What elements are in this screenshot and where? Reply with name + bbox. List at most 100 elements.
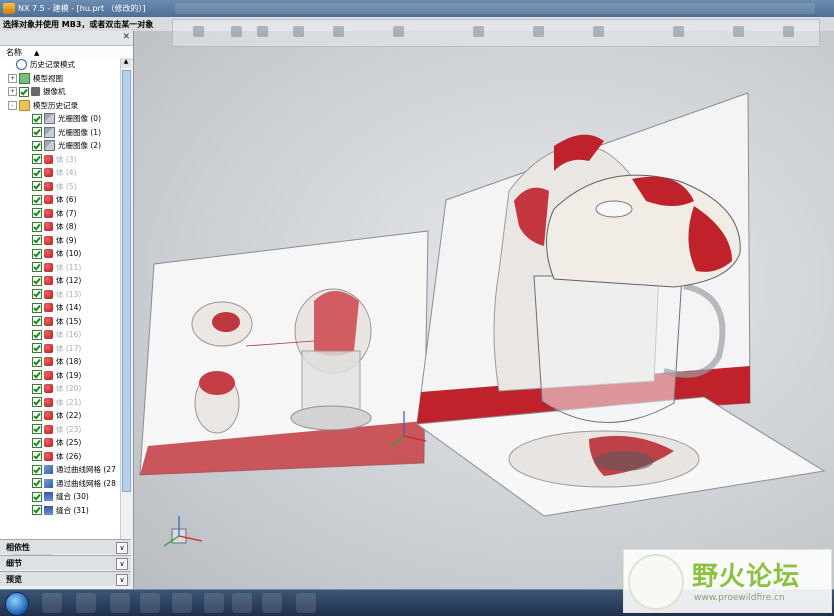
visibility-check-icon[interactable]: [32, 383, 42, 394]
expand-toggle-icon[interactable]: +: [8, 87, 17, 97]
section-dependencies[interactable]: 相依性 ∨: [0, 539, 131, 554]
visibility-check-icon[interactable]: [32, 221, 42, 232]
tree-node[interactable]: 体 (16): [0, 328, 120, 342]
taskbar-app-icon[interactable]: [110, 593, 130, 613]
visibility-check-icon[interactable]: [32, 181, 42, 192]
tree-node[interactable]: 体 (8): [0, 220, 120, 234]
tree-node[interactable]: 体 (20): [0, 382, 120, 396]
tree-node[interactable]: 缝合 (30): [0, 490, 120, 504]
visibility-check-icon[interactable]: [32, 302, 42, 313]
taskbar-app-icon[interactable]: [140, 593, 160, 613]
visibility-check-icon[interactable]: [32, 316, 42, 327]
floating-toolbar[interactable]: [172, 19, 820, 47]
tree-node[interactable]: 体 (17): [0, 342, 120, 356]
visibility-check-icon[interactable]: [32, 397, 42, 408]
visibility-check-icon[interactable]: [19, 86, 29, 97]
tree-node[interactable]: 体 (25): [0, 436, 120, 450]
expand-toggle-icon[interactable]: -: [8, 100, 17, 110]
toolbar-icon[interactable]: [473, 26, 484, 37]
tree-node[interactable]: 体 (4): [0, 166, 120, 180]
tree-node[interactable]: 通过曲线网格 (28: [0, 477, 120, 491]
tree-node[interactable]: 体 (26): [0, 450, 120, 464]
expand-toggle-icon[interactable]: +: [8, 73, 17, 83]
visibility-check-icon[interactable]: [32, 491, 42, 502]
tree-node[interactable]: 通过曲线网格 (27: [0, 463, 120, 477]
visibility-check-icon[interactable]: [32, 235, 42, 246]
model-history-tree[interactable]: 历史记录模式 + 模型视图 + 摄像机 - 模型历史记录 光栅图像 (0) 光栅图像 (1) 光栅…: [0, 58, 121, 548]
visibility-check-icon[interactable]: [32, 208, 42, 219]
visibility-check-icon[interactable]: [32, 275, 42, 286]
tree-node[interactable]: 体 (21): [0, 396, 120, 410]
visibility-check-icon[interactable]: [32, 437, 42, 448]
toolbar-icon[interactable]: [393, 26, 404, 37]
tree-node[interactable]: 光栅图像 (1): [0, 126, 120, 140]
tree-node[interactable]: + 模型视图: [0, 72, 120, 86]
tree-node[interactable]: 体 (19): [0, 369, 120, 383]
sort-ascending-icon[interactable]: ▲: [34, 49, 39, 57]
tree-node[interactable]: 历史记录模式: [0, 58, 120, 72]
visibility-check-icon[interactable]: [32, 343, 42, 354]
taskbar-app-icon[interactable]: [42, 593, 62, 613]
scroll-up-icon[interactable]: ▲: [121, 58, 131, 68]
visibility-check-icon[interactable]: [32, 451, 42, 462]
section-preview[interactable]: 预览 ∨: [0, 571, 131, 586]
visibility-check-icon[interactable]: [32, 356, 42, 367]
toolbar-icon[interactable]: [593, 26, 604, 37]
visibility-check-icon[interactable]: [32, 505, 42, 516]
tree-node[interactable]: 体 (5): [0, 180, 120, 194]
visibility-check-icon[interactable]: [32, 464, 42, 475]
chevron-down-icon[interactable]: ∨: [116, 542, 128, 554]
tree-node[interactable]: 光栅图像 (2): [0, 139, 120, 153]
visibility-check-icon[interactable]: [32, 140, 42, 151]
tree-node[interactable]: 体 (9): [0, 234, 120, 248]
toolbar-icon[interactable]: [733, 26, 744, 37]
toolbar-icon[interactable]: [533, 26, 544, 37]
tree-node[interactable]: 体 (7): [0, 207, 120, 221]
visibility-check-icon[interactable]: [32, 478, 42, 489]
tree-node[interactable]: 体 (15): [0, 315, 120, 329]
toolbar-icon[interactable]: [333, 26, 344, 37]
close-icon[interactable]: ✕: [122, 32, 130, 42]
taskbar-app-icon[interactable]: [262, 593, 282, 613]
taskbar-app-icon[interactable]: [232, 593, 252, 613]
toolbar-icon[interactable]: [193, 26, 204, 37]
tree-node[interactable]: 体 (14): [0, 301, 120, 315]
visibility-check-icon[interactable]: [32, 248, 42, 259]
visibility-check-icon[interactable]: [32, 424, 42, 435]
toolbar-icon[interactable]: [231, 26, 242, 37]
tree-node[interactable]: 体 (6): [0, 193, 120, 207]
tree-node[interactable]: 体 (22): [0, 409, 120, 423]
visibility-check-icon[interactable]: [32, 370, 42, 381]
visibility-check-icon[interactable]: [32, 262, 42, 273]
tree-node[interactable]: 体 (10): [0, 247, 120, 261]
chevron-down-icon[interactable]: ∨: [116, 558, 128, 570]
tree-node[interactable]: 体 (13): [0, 288, 120, 302]
scrollbar-thumb[interactable]: [122, 70, 131, 492]
visibility-check-icon[interactable]: [32, 289, 42, 300]
tree-vertical-scrollbar[interactable]: ▲: [121, 58, 131, 548]
taskbar-app-icon[interactable]: [76, 593, 96, 613]
visibility-check-icon[interactable]: [32, 127, 42, 138]
visibility-check-icon[interactable]: [32, 194, 42, 205]
toolbar-icon[interactable]: [293, 26, 304, 37]
tree-node[interactable]: 体 (23): [0, 423, 120, 437]
tree-node[interactable]: 光栅图像 (0): [0, 112, 120, 126]
toolbar-icon[interactable]: [783, 26, 794, 37]
taskbar-app-icon[interactable]: [204, 593, 224, 613]
tree-node[interactable]: 体 (11): [0, 261, 120, 275]
tree-node[interactable]: 体 (12): [0, 274, 120, 288]
tree-node[interactable]: 缝合 (31): [0, 504, 120, 518]
taskbar-app-icon[interactable]: [172, 593, 192, 613]
visibility-check-icon[interactable]: [32, 167, 42, 178]
tree-node[interactable]: - 模型历史记录: [0, 99, 120, 113]
tree-node[interactable]: 体 (3): [0, 153, 120, 167]
graphics-window[interactable]: [134, 31, 834, 589]
start-button[interactable]: [5, 592, 29, 616]
visibility-check-icon[interactable]: [32, 329, 42, 340]
tree-node[interactable]: 体 (18): [0, 355, 120, 369]
chevron-down-icon[interactable]: ∨: [116, 574, 128, 586]
visibility-check-icon[interactable]: [32, 154, 42, 165]
toolbar-icon[interactable]: [673, 26, 684, 37]
tree-node[interactable]: + 摄像机: [0, 85, 120, 99]
section-details[interactable]: 细节 ∨: [0, 555, 131, 570]
